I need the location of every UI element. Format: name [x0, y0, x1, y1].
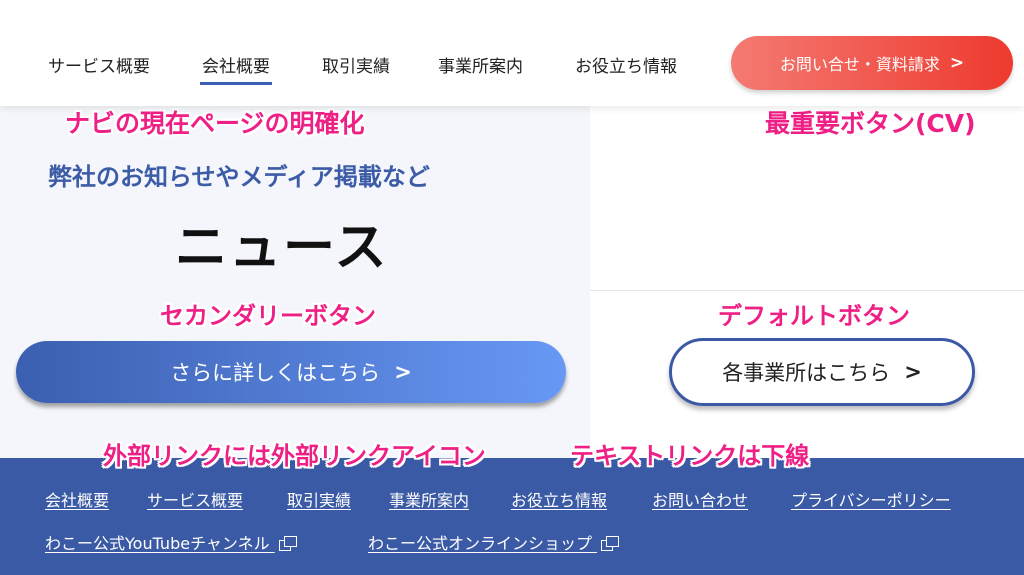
more-details-label: さらに詳しくはこちら	[170, 361, 381, 385]
contact-request-label: お問い合せ・資料請求	[779, 55, 940, 74]
footer: 会社概要 サービス概要 取引実績 事業所案内 お役立ち情報 お問い合わせ プライ…	[0, 458, 1024, 575]
offices-label: 各事業所はこちら	[722, 361, 891, 385]
nav-item-service-overview[interactable]: サービス概要	[48, 52, 150, 77]
offices-button[interactable]: 各事業所はこちら >	[669, 338, 975, 406]
footer-link-track-record[interactable]: 取引実績	[287, 487, 351, 511]
divider	[590, 290, 1024, 291]
chevron-right-icon: >	[394, 360, 412, 384]
footer-link-youtube[interactable]: わこー公式YouTubeチャンネル	[45, 530, 299, 554]
footer-link-service-overview[interactable]: サービス概要	[147, 487, 243, 511]
chevron-right-icon: >	[949, 53, 965, 73]
more-details-button[interactable]: さらに詳しくはこちら >	[16, 341, 566, 403]
external-link-icon	[601, 536, 621, 552]
annotation-nav-current: ナビの現在ページの明確化	[65, 109, 365, 138]
nav-item-useful-info[interactable]: お役立ち情報	[575, 52, 677, 77]
footer-link-youtube-label: わこー公式YouTubeチャンネル	[45, 534, 270, 553]
nav-item-company-overview[interactable]: 会社概要	[200, 52, 272, 85]
external-link-icon	[278, 536, 299, 552]
footer-link-company-overview[interactable]: 会社概要	[45, 487, 109, 511]
section-kicker: 弊社のお知らせやメディア掲載など	[48, 163, 430, 191]
footer-link-online-shop-label: わこー公式オンラインショップ	[368, 534, 593, 553]
annotation-cv: 最重要ボタン(CV)	[765, 109, 976, 138]
annotation-text-link: テキストリンクは下線	[570, 442, 810, 470]
footer-link-privacy-policy[interactable]: プライバシーポリシー	[791, 487, 951, 511]
footer-link-online-shop[interactable]: わこー公式オンラインショップ	[368, 530, 621, 554]
footer-link-contact[interactable]: お問い合わせ	[652, 487, 748, 511]
nav-item-offices[interactable]: 事業所案内	[438, 52, 523, 77]
footer-link-useful-info[interactable]: お役立ち情報	[511, 487, 607, 511]
nav-item-track-record[interactable]: 取引実績	[322, 52, 390, 77]
contact-request-button[interactable]: お問い合せ・資料請求 >	[731, 36, 1013, 90]
annotation-external: 外部リンクには外部リンクアイコン	[103, 442, 486, 470]
annotation-secondary: セカンダリーボタン	[160, 302, 376, 330]
page-title: ニュース	[175, 218, 389, 278]
annotation-default: デフォルトボタン	[718, 302, 910, 330]
top-navigation: サービス概要 会社概要 取引実績 事業所案内 お役立ち情報 お問い合せ・資料請求…	[0, 0, 1024, 106]
chevron-right-icon: >	[904, 360, 922, 384]
footer-link-offices[interactable]: 事業所案内	[389, 487, 469, 511]
